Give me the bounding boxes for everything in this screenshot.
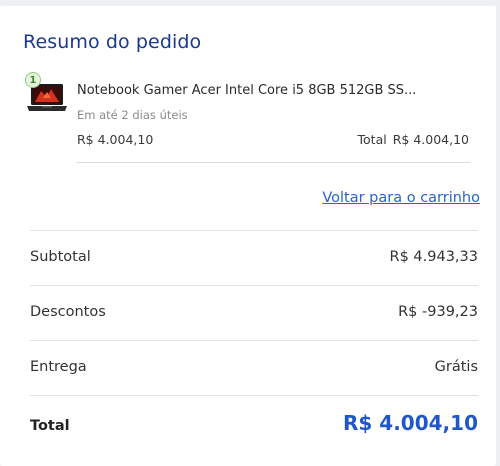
subtotal-label: Subtotal [30, 249, 91, 265]
item-total-value: R$ 4.004,10 [392, 132, 469, 147]
divider [76, 162, 470, 163]
delivery-estimate: Em até 2 dias úteis [77, 108, 188, 122]
discount-value: R$ -939,23 [398, 304, 478, 320]
summary-title: Resumo do pedido [23, 31, 202, 53]
grand-total-label: Total [30, 418, 70, 434]
item-total-label: Total [357, 132, 387, 147]
grand-total-value: R$ 4.004,10 [343, 411, 478, 435]
item-total: Total R$ 4.004,10 [358, 132, 469, 147]
item-price: R$ 4.004,10 [77, 132, 154, 147]
shipping-row: Entrega Grátis [30, 340, 478, 395]
subtotal-row: Subtotal R$ 4.943,33 [30, 230, 478, 285]
page: Resumo do pedido 1 Notebook Gamer Acer I… [0, 0, 500, 466]
grand-total-row: Total R$ 4.004,10 [30, 395, 478, 450]
item-name: Notebook Gamer Acer Intel Core i5 8GB 51… [77, 83, 417, 98]
shipping-value: Grátis [434, 359, 478, 375]
discount-label: Descontos [30, 304, 106, 320]
order-item: 1 Notebook Gamer Acer Intel Core i5 8GB … [21, 68, 469, 164]
quantity-badge: 1 [25, 72, 41, 88]
totals-list: Subtotal R$ 4.943,33 Descontos R$ -939,2… [30, 230, 478, 450]
shipping-label: Entrega [30, 359, 87, 375]
back-to-cart-link[interactable]: Voltar para o carrinho [322, 190, 480, 206]
discount-row: Descontos R$ -939,23 [30, 285, 478, 340]
order-summary-card: Resumo do pedido 1 Notebook Gamer Acer I… [0, 6, 496, 466]
subtotal-value: R$ 4.943,33 [389, 249, 478, 265]
